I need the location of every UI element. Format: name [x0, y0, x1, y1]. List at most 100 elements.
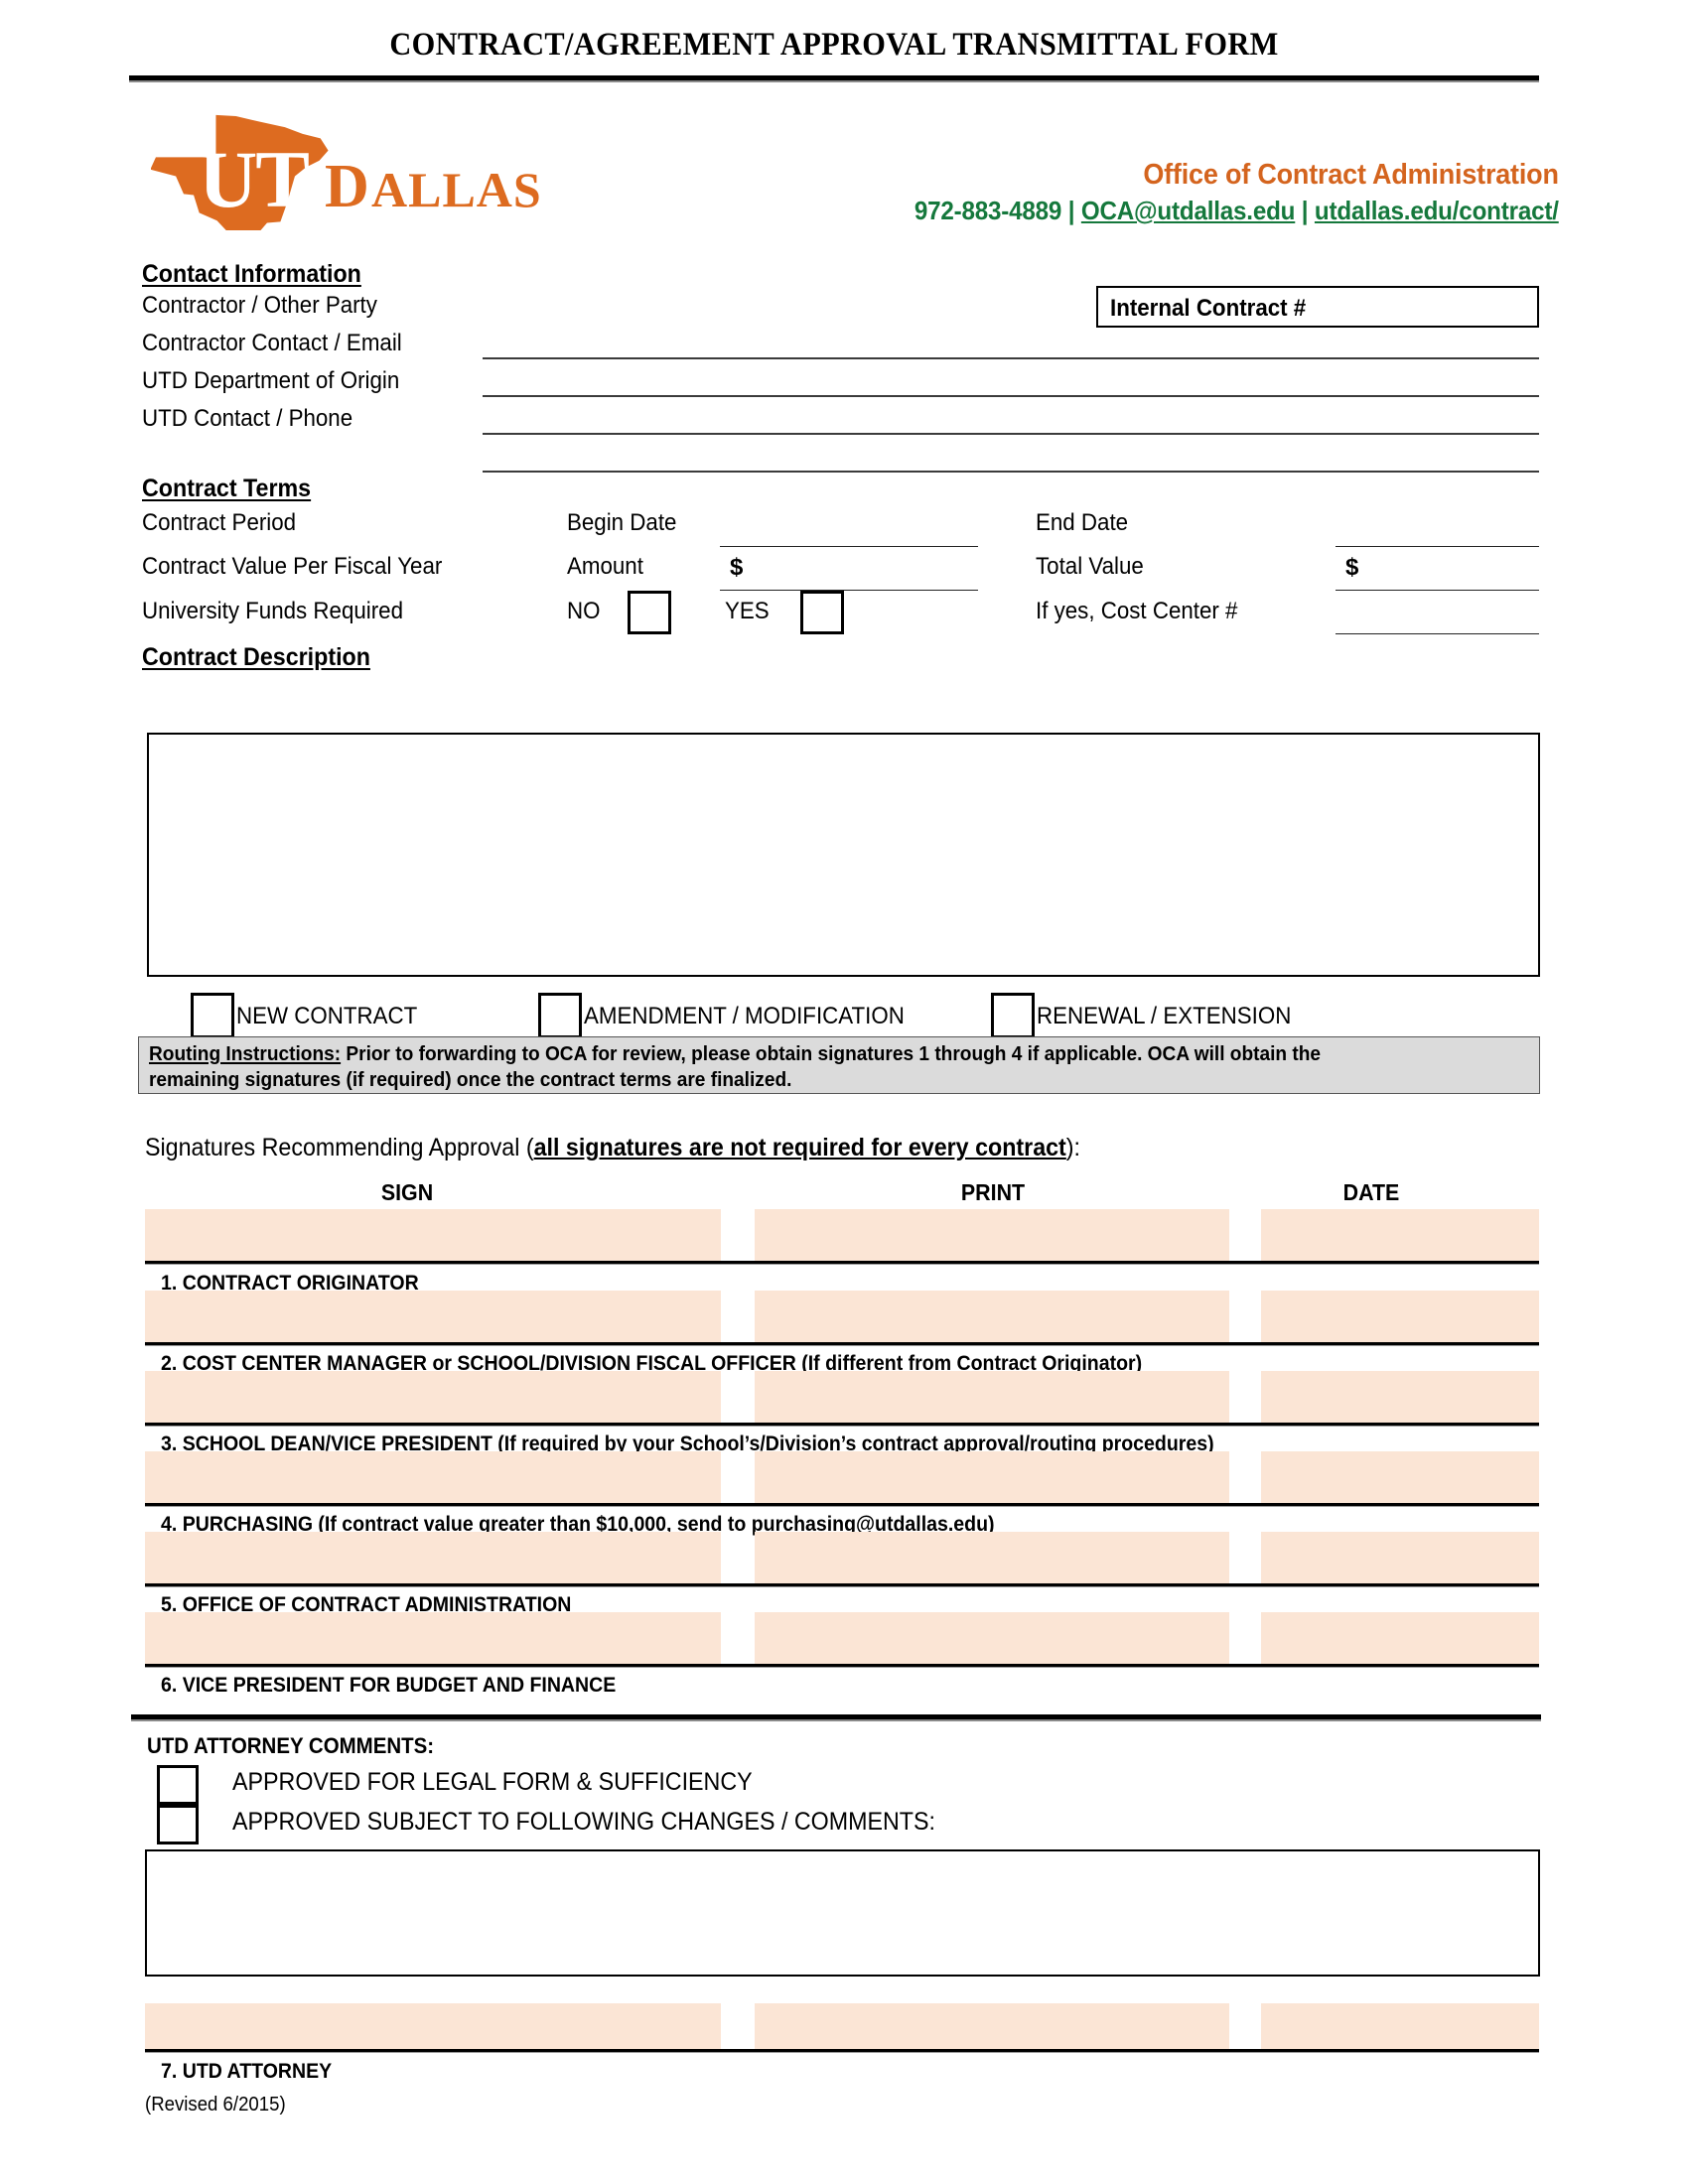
contract-terms-heading: Contract Terms: [142, 475, 312, 502]
new-contract-label: NEW CONTRACT: [236, 1003, 418, 1029]
signatures-intro-plain: Signatures Recommending Approval (: [145, 1134, 534, 1161]
utd-department-origin-input[interactable]: [483, 433, 1539, 435]
signature-divider-5: [145, 1583, 1539, 1587]
sign-field-row-4[interactable]: [145, 1451, 721, 1503]
office-phone: 972-883-4889: [914, 196, 1062, 225]
routing-instructions-text-1: Prior to forwarding to OCA for review, p…: [341, 1043, 1322, 1065]
university-funds-required-label: University Funds Required: [142, 598, 404, 624]
svg-text:UT: UT: [199, 134, 309, 224]
signature-label-7: 7. UTD ATTORNEY: [161, 2060, 333, 2083]
signature-divider-6: [145, 1664, 1539, 1668]
contact-information-heading: Contact Information: [142, 260, 361, 288]
sign-field-row-2[interactable]: [145, 1291, 721, 1342]
contractor-other-party-label: Contractor / Other Party: [142, 292, 377, 319]
begin-date-input[interactable]: [720, 546, 978, 547]
print-field-row-6[interactable]: [755, 1612, 1229, 1664]
signatures-intro-tail: ):: [1065, 1134, 1081, 1161]
funds-yes-label: YES: [725, 598, 770, 624]
office-website-link[interactable]: utdallas.edu/contract/: [1315, 196, 1559, 225]
page-title: CONTRACT/AGREEMENT APPROVAL TRANSMITTAL …: [129, 28, 1539, 63]
funds-no-checkbox[interactable]: [628, 591, 671, 634]
sign-field-row-1[interactable]: [145, 1209, 721, 1261]
attorney-section-divider: [131, 1714, 1541, 1721]
contract-period-label: Contract Period: [142, 509, 297, 536]
date-field-row-1[interactable]: [1261, 1209, 1539, 1261]
column-header-print: PRINT: [960, 1179, 1026, 1205]
office-email-link[interactable]: OCA@utdallas.edu: [1081, 196, 1296, 225]
signatures-intro-emphasis: all signatures are not required for ever…: [533, 1134, 1066, 1161]
total-value-label: Total Value: [1036, 553, 1144, 580]
utd-contact-phone-input[interactable]: [483, 471, 1539, 473]
end-date-input[interactable]: [1336, 546, 1539, 547]
routing-instructions: Routing Instructions: Prior to forwardin…: [138, 1036, 1540, 1094]
form-page: CONTRACT/AGREEMENT APPROVAL TRANSMITTAL …: [0, 0, 1688, 2184]
sign-field-row-7[interactable]: [145, 2003, 721, 2049]
signatures-intro: Signatures Recommending Approval (all si…: [145, 1136, 1080, 1160]
internal-contract-field[interactable]: Internal Contract #: [1096, 286, 1539, 328]
column-header-sign: SIGN: [380, 1179, 434, 1205]
total-value-input[interactable]: [1336, 590, 1539, 591]
print-field-row-4[interactable]: [755, 1451, 1229, 1503]
title-divider: [129, 75, 1539, 82]
new-contract-checkbox[interactable]: [191, 993, 234, 1038]
office-name: Office of Contract Administration: [1143, 159, 1560, 191]
svg-text:ALLAS: ALLAS: [371, 162, 542, 217]
contact-separator-1: |: [1061, 196, 1082, 225]
approved-legal-form-label: APPROVED FOR LEGAL FORM & SUFFICIENCY: [232, 1768, 753, 1796]
amount-label: Amount: [567, 553, 643, 580]
date-field-row-2[interactable]: [1261, 1291, 1539, 1342]
begin-date-label: Begin Date: [567, 509, 677, 536]
utdallas-logo-icon: UT D ALLAS: [151, 114, 542, 230]
contractor-other-party-input[interactable]: [483, 357, 1539, 359]
print-field-row-3[interactable]: [755, 1371, 1229, 1423]
utd-department-origin-label: UTD Department of Origin: [142, 367, 400, 394]
signature-divider-7: [145, 2049, 1539, 2053]
funds-yes-checkbox[interactable]: [800, 591, 844, 634]
amendment-modification-checkbox[interactable]: [538, 993, 582, 1038]
approved-legal-form-checkbox[interactable]: [157, 1765, 199, 1805]
signature-divider-4: [145, 1503, 1539, 1507]
print-field-row-2[interactable]: [755, 1291, 1229, 1342]
contract-description-heading: Contract Description: [142, 643, 370, 671]
signature-divider-2: [145, 1342, 1539, 1346]
date-field-row-3[interactable]: [1261, 1371, 1539, 1423]
attorney-comments-input[interactable]: [145, 1849, 1540, 1977]
cost-center-input[interactable]: [1336, 633, 1539, 634]
office-header: Office of Contract Administration 972-88…: [866, 159, 1559, 226]
renewal-extension-checkbox[interactable]: [991, 993, 1035, 1038]
date-field-row-7[interactable]: [1261, 2003, 1539, 2049]
signature-divider-1: [145, 1261, 1539, 1265]
contractor-contact-email-input[interactable]: [483, 395, 1539, 397]
amendment-modification-label: AMENDMENT / MODIFICATION: [584, 1003, 905, 1029]
date-field-row-5[interactable]: [1261, 1532, 1539, 1583]
contract-value-fiscal-year-label: Contract Value Per Fiscal Year: [142, 553, 443, 580]
contact-separator-2: |: [1295, 196, 1316, 225]
funds-no-label: NO: [567, 598, 601, 624]
routing-instructions-line-1: Routing Instructions: Prior to forwardin…: [149, 1042, 1469, 1068]
total-value-currency-symbol: $: [1345, 554, 1359, 581]
print-field-row-7[interactable]: [755, 2003, 1229, 2049]
attorney-comments-heading: UTD ATTORNEY COMMENTS:: [147, 1733, 435, 1758]
date-field-row-6[interactable]: [1261, 1612, 1539, 1664]
routing-instructions-title: Routing Instructions:: [149, 1043, 342, 1065]
approved-subject-changes-checkbox[interactable]: [157, 1805, 199, 1844]
end-date-label: End Date: [1036, 509, 1129, 536]
amount-input[interactable]: [720, 590, 978, 591]
approved-subject-changes-label: APPROVED SUBJECT TO FOLLOWING CHANGES / …: [232, 1808, 935, 1836]
page-title-text: CONTRACT/AGREEMENT APPROVAL TRANSMITTAL …: [389, 27, 1279, 63]
sign-field-row-6[interactable]: [145, 1612, 721, 1664]
internal-contract-label: Internal Contract #: [1110, 295, 1307, 322]
renewal-extension-label: RENEWAL / EXTENSION: [1037, 1003, 1292, 1029]
print-field-row-5[interactable]: [755, 1532, 1229, 1583]
utdallas-logo: UT D ALLAS: [151, 111, 657, 230]
print-field-row-1[interactable]: [755, 1209, 1229, 1261]
revision-note: (Revised 6/2015): [145, 2094, 286, 2116]
office-contact-line: 972-883-4889 | OCA@utdallas.edu | utdall…: [914, 196, 1559, 226]
contract-description-input[interactable]: [147, 733, 1540, 977]
cost-center-label: If yes, Cost Center #: [1036, 598, 1238, 624]
signature-divider-3: [145, 1423, 1539, 1427]
date-field-row-4[interactable]: [1261, 1451, 1539, 1503]
sign-field-row-5[interactable]: [145, 1532, 721, 1583]
sign-field-row-3[interactable]: [145, 1371, 721, 1423]
utd-contact-phone-label: UTD Contact / Phone: [142, 405, 353, 432]
